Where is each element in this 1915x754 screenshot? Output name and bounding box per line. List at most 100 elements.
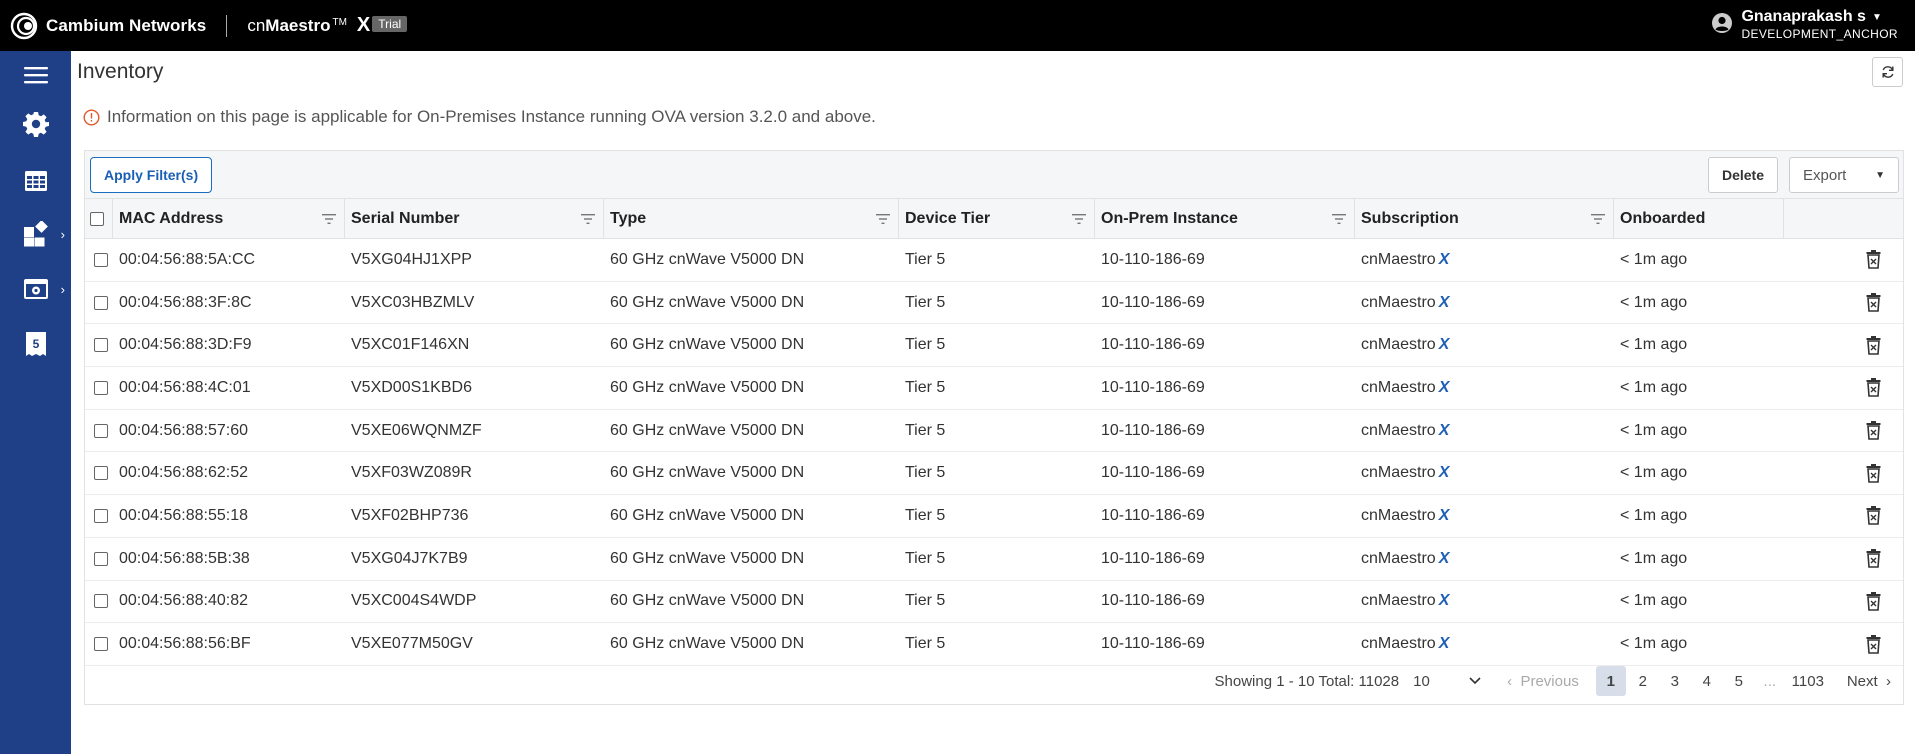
column-header-subscription[interactable]: Subscription xyxy=(1355,199,1614,239)
row-actions-cell xyxy=(1784,623,1897,665)
column-header-actions xyxy=(1784,199,1897,239)
page-size-select[interactable]: 10 xyxy=(1413,673,1481,690)
row-checkbox[interactable] xyxy=(94,508,108,523)
product-prefix: cn xyxy=(247,16,266,35)
filter-icon[interactable] xyxy=(1072,213,1086,225)
onboarded-cell: < 1m ago xyxy=(1620,464,1688,482)
apply-filters-button[interactable]: Apply Filter(s) xyxy=(90,157,213,193)
subscription-x-mark: X xyxy=(1438,464,1450,482)
subscription-x-mark: X xyxy=(1438,421,1450,439)
serial-number-cell: V5XG04HJ1XPP xyxy=(351,250,472,268)
delete-row-icon[interactable] xyxy=(1866,293,1881,312)
delete-button[interactable]: Delete xyxy=(1707,157,1778,193)
delete-row-icon[interactable] xyxy=(1866,634,1881,654)
column-header-instance[interactable]: On-Prem Instance xyxy=(1095,199,1355,239)
onboarded-cell: < 1m ago xyxy=(1620,549,1688,567)
sidebar-item-system[interactable]: › xyxy=(0,269,71,309)
filter-icon[interactable] xyxy=(1591,213,1605,225)
subscription-x-mark: X xyxy=(1438,506,1450,524)
serial-number-cell: V5XF02BHP736 xyxy=(351,506,469,524)
row-checkbox[interactable] xyxy=(94,423,108,438)
device-tier-cell: Tier 5 xyxy=(905,250,946,268)
row-checkbox[interactable] xyxy=(94,295,108,310)
chevron-down-icon xyxy=(1469,677,1481,685)
filter-icon[interactable] xyxy=(876,213,890,225)
sidebar-item-dashboard[interactable]: › xyxy=(0,214,71,254)
table-row[interactable]: 00:04:56:88:5B:38 V5XG04J7K7B9 60 GHz cnWa… xyxy=(85,538,1903,581)
column-header-tier[interactable]: Device Tier xyxy=(899,199,1095,239)
refresh-button[interactable] xyxy=(1872,57,1903,87)
sidebar-menu-toggle[interactable] xyxy=(0,55,71,95)
serial-number-cell: V5XC004S4WDP xyxy=(351,592,477,610)
chevron-right-icon: › xyxy=(60,282,65,297)
page-5-button[interactable]: 5 xyxy=(1724,666,1754,696)
filter-icon[interactable] xyxy=(581,213,595,225)
on-prem-instance-cell: 10-110-186-69 xyxy=(1101,464,1205,482)
type-cell: 60 GHz cnWave V5000 DN xyxy=(610,464,805,482)
row-checkbox[interactable] xyxy=(94,594,108,609)
on-prem-instance-cell: 10-110-186-69 xyxy=(1101,592,1205,610)
delete-row-icon[interactable] xyxy=(1866,549,1881,568)
row-checkbox[interactable] xyxy=(94,252,108,267)
row-actions-cell xyxy=(1784,452,1897,494)
column-header-mac[interactable]: MAC Address xyxy=(113,199,345,239)
subscription-cell: cnMaestro X xyxy=(1361,635,1450,653)
table-row[interactable]: 00:04:56:88:4C:01 V5XD00S1KBD6 60 GHz cnWa… xyxy=(85,367,1903,410)
row-checkbox[interactable] xyxy=(94,637,108,652)
subscription-x-mark: X xyxy=(1438,293,1450,311)
row-checkbox[interactable] xyxy=(94,551,108,566)
export-dropdown[interactable]: Export ▼ xyxy=(1789,157,1899,193)
column-header-onboarded[interactable]: Onboarded xyxy=(1614,199,1784,239)
subscription-cell: cnMaestro X xyxy=(1361,592,1450,610)
table-row[interactable]: 00:04:56:88:3D:F9 V5XC01F146XN 60 GHz cnWa… xyxy=(85,324,1903,368)
cambium-logo-icon xyxy=(10,12,38,39)
page-2-button[interactable]: 2 xyxy=(1628,666,1658,696)
page-1-button[interactable]: 1 xyxy=(1595,666,1626,696)
type-cell: 60 GHz cnWave V5000 DN xyxy=(610,250,805,268)
table-row[interactable]: 00:04:56:88:40:82 V5XC004S4WDP 60 GHz cnWa… xyxy=(85,581,1903,624)
table-row[interactable]: 00:04:56:88:3F:8C V5XC03HBZMLV 60 GHz cnWa… xyxy=(85,282,1903,325)
user-menu[interactable]: Gnanaprakash s ▼ DEVELOPMENT_ANCHOR xyxy=(1711,8,1898,41)
delete-row-icon[interactable] xyxy=(1866,463,1881,483)
table-row[interactable]: 00:04:56:88:55:18 V5XF02BHP736 60 GHz cnWa… xyxy=(85,495,1903,538)
previous-page-button[interactable]: ‹ Previous xyxy=(1507,673,1579,690)
sidebar-item-licenses[interactable]: 5 xyxy=(0,324,71,364)
sidebar-item-settings[interactable] xyxy=(0,104,71,144)
filter-icon[interactable] xyxy=(1332,213,1346,225)
sidebar-item-table[interactable] xyxy=(0,161,71,201)
export-label: Export xyxy=(1803,166,1847,184)
delete-row-icon[interactable] xyxy=(1866,506,1881,526)
row-select-cell xyxy=(85,452,113,494)
type-cell: 60 GHz cnWave V5000 DN xyxy=(610,378,805,396)
table-row[interactable]: 00:04:56:88:57:60 V5XE06WQNMZF 60 GHz cnWa… xyxy=(85,410,1903,453)
delete-row-icon[interactable] xyxy=(1866,421,1881,440)
table-row[interactable]: 00:04:56:88:5A:CC V5XG04HJ1XPP 60 GHz cnWa… xyxy=(85,239,1903,282)
delete-row-icon[interactable] xyxy=(1866,335,1881,355)
column-header-serial[interactable]: Serial Number xyxy=(345,199,604,239)
last-page-button[interactable]: 1103 xyxy=(1786,666,1830,696)
on-prem-instance-cell: 10-110-186-69 xyxy=(1101,421,1205,439)
device-tier-cell: Tier 5 xyxy=(905,336,946,354)
page-4-button[interactable]: 4 xyxy=(1692,666,1722,696)
onboarded-cell: < 1m ago xyxy=(1620,421,1688,439)
table-row[interactable]: 00:04:56:88:56:BF V5XE077M50GV 60 GHz cnWa… xyxy=(85,623,1903,666)
select-all-checkbox[interactable] xyxy=(89,212,104,226)
brand[interactable]: Cambium Networks xyxy=(0,12,206,40)
row-checkbox[interactable] xyxy=(94,466,108,481)
table-toolbar: Apply Filter(s) Delete Export ▼ xyxy=(85,151,1903,199)
on-prem-instance-cell: 10-110-186-69 xyxy=(1101,336,1205,354)
device-tier-cell: Tier 5 xyxy=(905,293,946,311)
subscription-x-mark: X xyxy=(1438,250,1450,268)
column-header-type[interactable]: Type xyxy=(604,199,899,239)
page-3-button[interactable]: 3 xyxy=(1660,666,1690,696)
subscription-cell: cnMaestro X xyxy=(1361,506,1450,524)
row-checkbox[interactable] xyxy=(94,338,108,353)
table-row[interactable]: 00:04:56:88:62:52 V5XF03WZ089R 60 GHz cnWa… xyxy=(85,452,1903,496)
filter-icon[interactable] xyxy=(322,213,336,225)
row-actions-cell xyxy=(1784,367,1897,409)
next-page-button[interactable]: Next › xyxy=(1847,673,1891,690)
row-checkbox[interactable] xyxy=(94,380,108,395)
delete-row-icon[interactable] xyxy=(1866,378,1881,398)
delete-row-icon[interactable] xyxy=(1866,250,1881,270)
delete-row-icon[interactable] xyxy=(1866,591,1881,611)
